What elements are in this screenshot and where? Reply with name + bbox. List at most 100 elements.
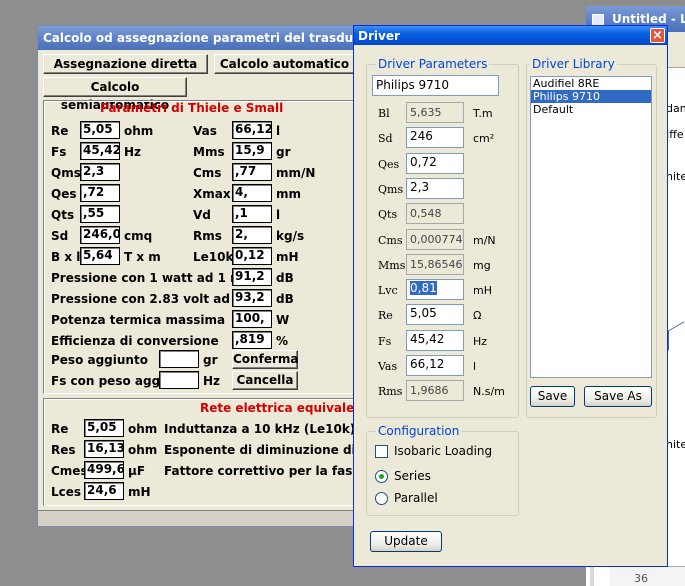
direct-assign-button[interactable]: Assegnazione diretta <box>43 54 208 74</box>
confirm-button[interactable]: Conferma <box>232 350 298 369</box>
param-unit: mg <box>473 258 491 272</box>
ts-label: Vd <box>193 208 211 222</box>
param-unit: N.s/m <box>473 385 505 399</box>
background-window-title: Untitled - Le <box>612 12 685 26</box>
param-label: Rms <box>378 385 403 399</box>
network-unit: mH <box>128 485 151 499</box>
ts-value-input[interactable]: 66,12 <box>232 121 272 139</box>
ts-unit: mH <box>276 250 299 264</box>
param-value-field: 5,635 <box>406 102 464 123</box>
ts-extra-value[interactable]: 100, <box>232 310 272 328</box>
fs-peso-label: Fs con peso agg. <box>51 374 165 388</box>
ts-extra-value[interactable]: 93,2 <box>232 289 272 307</box>
ts-value-input[interactable]: 5,64 <box>80 247 120 265</box>
ts-value-input[interactable]: 2, <box>232 226 272 244</box>
param-value-field[interactable]: 0,81 <box>406 279 464 301</box>
param-label: Vas <box>378 360 398 373</box>
ts-unit: mm/N <box>276 166 316 180</box>
driver-name-input[interactable]: Philips 9710 <box>372 75 499 96</box>
network-label: Re <box>51 422 69 436</box>
param-unit: Hz <box>473 334 488 348</box>
series-label: Series <box>394 469 431 483</box>
ts-value-input[interactable]: ,55 <box>80 205 120 223</box>
close-icon[interactable]: × <box>650 28 665 43</box>
ts-extra-unit: W <box>276 313 290 327</box>
background-text-1: dan <box>666 102 685 115</box>
ts-value-input[interactable]: 15,9 <box>232 142 272 160</box>
ts-label: Sd <box>51 229 69 243</box>
ts-label: Rms <box>193 229 222 243</box>
ts-value-input[interactable]: 45,42 <box>80 142 120 160</box>
network-value[interactable]: 499,6 <box>84 461 124 479</box>
update-button[interactable]: Update <box>370 531 442 552</box>
ts-unit: Hz <box>124 145 142 159</box>
param-value-field[interactable]: 45,42 <box>406 329 464 351</box>
ts-extra-unit: dB <box>276 292 294 306</box>
network-label: Cmes <box>51 464 88 478</box>
param-label: Bl <box>378 107 390 120</box>
ts-value-input[interactable]: 2,3 <box>80 163 120 181</box>
network-unit: ohm <box>128 422 158 436</box>
main-window-titlebar[interactable]: Calcolo od assegnazione parametri del tr… <box>38 26 358 50</box>
param-value-text: 66,12 <box>410 357 445 371</box>
ts-label: Qms <box>51 166 81 180</box>
param-label: Fs <box>378 334 392 348</box>
auto-calc-button[interactable]: Calcolo automatico <box>214 54 355 74</box>
param-value-field[interactable]: 2,3 <box>406 177 464 199</box>
ts-label: Qes <box>51 187 77 201</box>
ts-extra-value[interactable]: 91,2 <box>232 268 272 286</box>
ts-extra-label: Pressione con 2.83 volt ad 1 m <box>51 292 260 306</box>
ts-unit: ohm <box>124 124 154 138</box>
param-unit: Ω <box>473 309 482 323</box>
library-item[interactable]: Default <box>531 103 651 116</box>
ts-unit: cmq <box>124 229 153 243</box>
ts-label: Cms <box>193 166 222 180</box>
param-value-field[interactable]: 66,12 <box>406 355 464 376</box>
ts-value-input[interactable]: ,1 <box>232 205 272 223</box>
isobaric-checkbox[interactable] <box>375 445 388 458</box>
parallel-radio[interactable] <box>375 492 388 505</box>
series-radio[interactable] <box>375 470 388 483</box>
library-save-as-button[interactable]: Save As <box>584 386 652 407</box>
param-value-field: 0,548 <box>406 203 464 225</box>
param-value-text: 5,635 <box>410 106 442 119</box>
param-value-field: 1,9686 <box>406 380 464 402</box>
scale-label: 36 <box>634 572 648 585</box>
driver-parameters-title: Driver Parameters <box>376 57 490 71</box>
ts-value-input[interactable]: 4, <box>232 184 272 202</box>
library-item[interactable]: Audifiel 8RE <box>531 77 651 90</box>
semiauto-calc-button[interactable]: Calcolo semiautomatico <box>43 77 187 112</box>
driver-dialog-titlebar[interactable]: Driver <box>354 26 667 45</box>
ts-value-input[interactable]: ,77 <box>232 163 272 181</box>
ts-extra-value[interactable]: ,819 <box>232 331 272 349</box>
peso-input[interactable] <box>159 350 199 368</box>
peso-unit: gr <box>203 353 218 367</box>
param-value-field[interactable]: 5,05 <box>406 304 464 326</box>
background-text-2: Iffe <box>666 128 684 141</box>
ts-extra-label: Potenza termica massima <box>51 313 226 327</box>
fs-peso-input[interactable] <box>159 371 199 389</box>
driver-dialog: Driver × Driver Parameters Philips 9710 … <box>353 25 668 567</box>
ts-value-input[interactable]: 0,12 <box>232 247 272 265</box>
ts-extra-unit: % <box>276 334 289 348</box>
library-item[interactable]: Philips 9710 <box>531 90 651 103</box>
parallel-label: Parallel <box>394 491 438 505</box>
ts-value-input[interactable]: 246,06 <box>80 226 120 244</box>
ts-label: Re <box>51 124 69 138</box>
driver-library-title: Driver Library <box>530 57 617 71</box>
ts-value-input[interactable]: 5,05 <box>80 121 120 139</box>
param-value-field: 15,865466 <box>406 253 464 275</box>
driver-library-list[interactable]: Audifiel 8RE Philips 9710 Default <box>530 76 652 378</box>
param-value-field[interactable]: 0,72 <box>406 152 464 174</box>
cancel-button[interactable]: Cancella <box>232 371 298 390</box>
ts-value-input[interactable]: ,72 <box>80 184 120 202</box>
ts-label: B x l <box>51 250 81 264</box>
library-save-button[interactable]: Save <box>530 386 575 407</box>
param-label: Qms <box>378 182 404 196</box>
network-value[interactable]: 16,13 <box>84 440 124 458</box>
param-value-field[interactable]: 246 <box>406 127 464 149</box>
isobaric-label: Isobaric Loading <box>394 444 493 458</box>
main-window: Calcolo od assegnazione parametri del tr… <box>37 25 389 527</box>
network-value[interactable]: 5,05 <box>84 419 124 437</box>
network-value[interactable]: 24,6 <box>84 482 124 500</box>
